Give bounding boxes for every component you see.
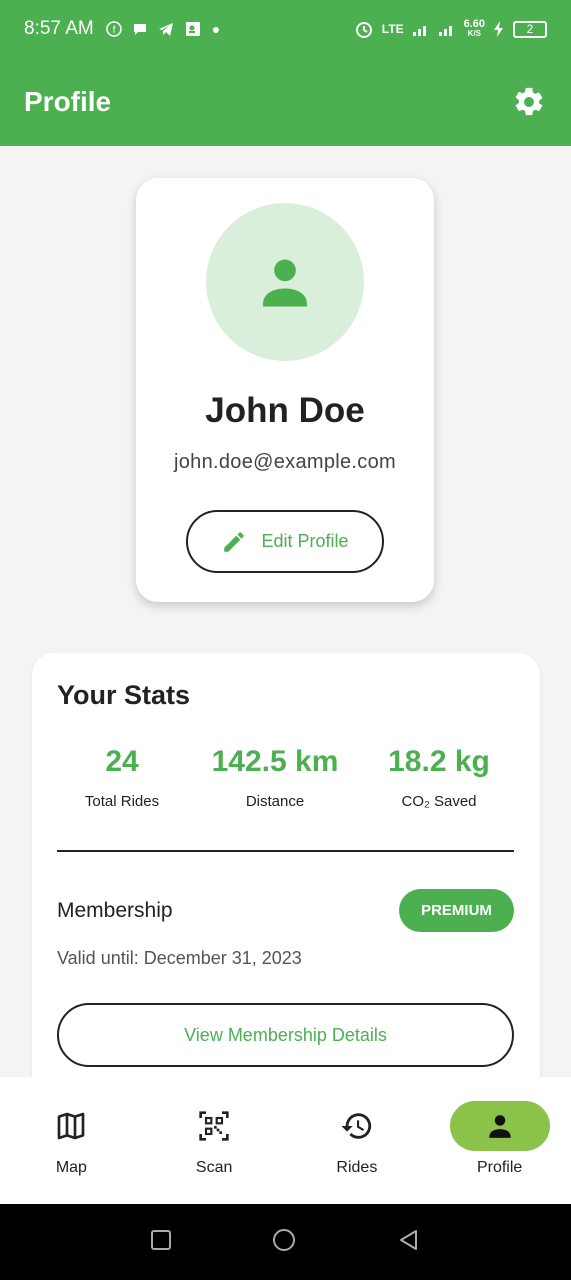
bottom-navigation: Map Scan Rides Profile (0, 1077, 571, 1204)
speed-unit: K/S (467, 29, 481, 38)
person-icon (263, 259, 307, 307)
svg-text:f: f (112, 25, 115, 36)
nav-item-rides[interactable]: Rides (286, 1077, 429, 1204)
membership-valid-until: Valid until: December 31, 2023 (57, 948, 302, 968)
pencil-icon (224, 531, 245, 552)
user-email: john.doe@example.com (174, 451, 396, 473)
avatar (206, 203, 364, 361)
stat-distance: 142.5 km Distance (195, 745, 355, 810)
nav-label: Rides (336, 1159, 378, 1176)
view-membership-details-button[interactable]: View Membership Details (57, 1003, 514, 1067)
person-icon (489, 1115, 511, 1138)
recents-button[interactable] (150, 1229, 172, 1256)
battery-indicator: 2 (513, 20, 547, 38)
stat-total-rides: 24 Total Rides (62, 745, 182, 810)
speed-value: 6.60 (463, 18, 485, 30)
stat-value: 142.5 km (211, 745, 339, 778)
stat-value: 24 (105, 745, 139, 778)
stat-label: CO₂ Saved (401, 793, 477, 810)
profile-card: John Doe john.doe@example.com Edit Profi… (136, 178, 434, 602)
stats-title: Your Stats (57, 680, 191, 710)
app-bar: Profile (0, 58, 571, 146)
nav-icon-container (449, 1101, 550, 1151)
stat-label: Distance (245, 793, 305, 810)
nav-label: Scan (195, 1159, 233, 1176)
map-icon (58, 1112, 85, 1140)
stats-card: Your Stats 24 Total Rides 142.5 km Dista… (32, 653, 540, 1113)
charging-icon (494, 21, 503, 37)
stat-value: 18.2 kg (388, 745, 490, 778)
nav-item-map[interactable]: Map (0, 1077, 143, 1204)
chat-icon (133, 24, 146, 35)
signal-icon (412, 26, 426, 36)
stat-co2-saved: 18.2 kg CO₂ Saved (369, 745, 509, 810)
nav-label: Profile (476, 1159, 523, 1176)
network-type: LTE (381, 22, 404, 36)
home-button[interactable] (271, 1227, 297, 1258)
telegram-icon (158, 23, 173, 36)
status-time: 8:57 AM (24, 18, 94, 39)
edit-profile-label: Edit Profile (261, 531, 349, 551)
circle-icon (273, 1228, 296, 1251)
qr-scan-icon (199, 1111, 229, 1141)
edit-profile-button[interactable]: Edit Profile (186, 510, 384, 573)
nav-icon-container (307, 1101, 407, 1151)
back-button[interactable] (397, 1228, 421, 1257)
stat-label: Total Rides (84, 793, 160, 810)
more-notifications-dot: ● (211, 21, 221, 37)
alarm-icon (355, 22, 372, 38)
view-membership-details-label: View Membership Details (184, 1024, 387, 1045)
triangle-back-icon (400, 1229, 418, 1250)
history-icon (341, 1113, 372, 1139)
nav-icon-container (164, 1101, 264, 1151)
contact-card-icon (185, 22, 200, 36)
notification-icons: f ● (105, 20, 221, 38)
membership-badge: PREMIUM (399, 889, 514, 932)
user-name: John Doe (205, 391, 365, 430)
divider (57, 850, 514, 852)
square-icon (150, 1229, 171, 1250)
system-navigation-bar (0, 1204, 571, 1280)
nav-icon-container (21, 1101, 121, 1151)
network-speed: 6.60 K/S (464, 19, 485, 39)
status-bar: 8:57 AM f ● LTE 6.60 K/S 2 (0, 0, 571, 58)
settings-button[interactable] (511, 84, 547, 120)
nav-item-profile[interactable]: Profile (428, 1077, 571, 1204)
gear-icon (515, 87, 543, 116)
page-title: Profile (24, 86, 112, 117)
membership-label: Membership (57, 899, 173, 922)
facebook-icon: f (105, 21, 122, 37)
nav-label: Map (55, 1159, 87, 1176)
system-icons: LTE 6.60 K/S 2 (354, 19, 547, 39)
signal-icon-2 (438, 26, 452, 36)
nav-item-scan[interactable]: Scan (143, 1077, 286, 1204)
